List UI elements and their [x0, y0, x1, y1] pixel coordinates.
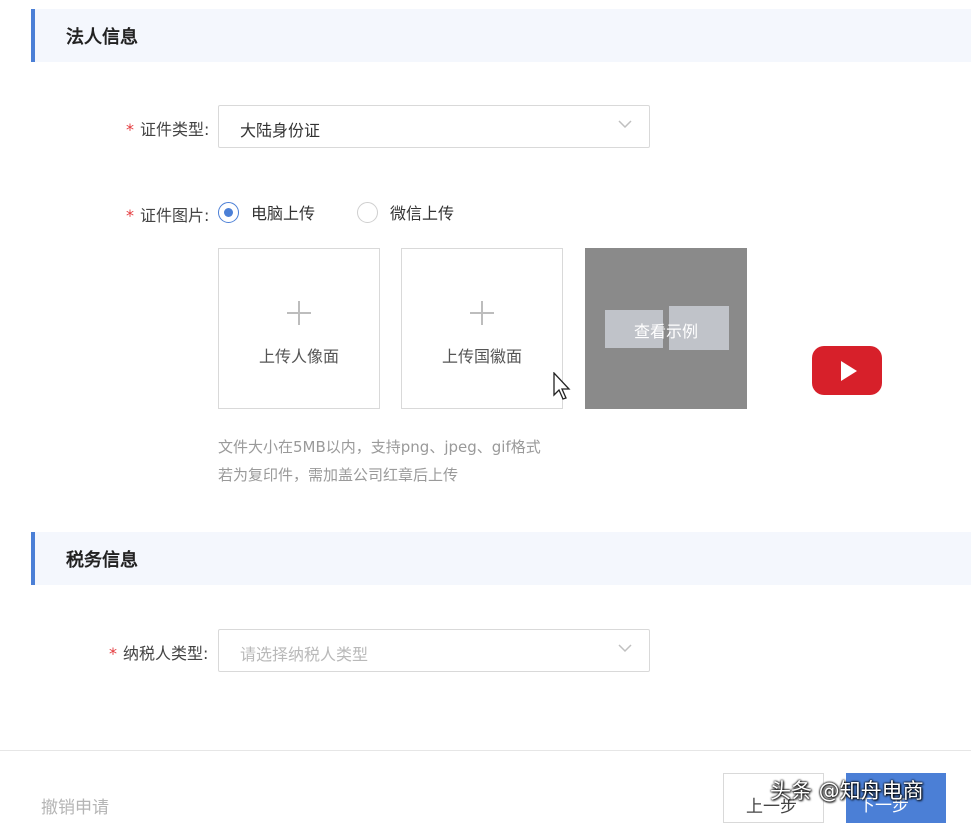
section-title: 法人信息: [66, 27, 138, 48]
section-header-legal-person: 法人信息: [31, 9, 971, 62]
footer-divider: [0, 750, 971, 751]
play-video-button[interactable]: [812, 346, 882, 395]
plus-icon: [470, 301, 494, 325]
required-mark: *: [126, 206, 134, 225]
chevron-down-icon: [618, 120, 632, 129]
watermark: 头条 @知舟电商: [770, 779, 924, 803]
id-images-label: * 证件图片:: [126, 206, 210, 225]
radio-selected-icon[interactable]: [218, 201, 239, 223]
upload-portrait-label: 上传人像面: [258, 347, 339, 366]
taxpayer-type-select[interactable]: 请选择纳税人类型: [218, 629, 650, 672]
upload-hint-copy: 若为复印件，需加盖公司红章后上传: [218, 466, 459, 484]
cancel-application-link[interactable]: 撤销申请: [41, 793, 109, 818]
view-example-button[interactable]: 查看示例: [585, 248, 747, 409]
upload-emblem-side[interactable]: 上传国徽面: [401, 248, 563, 409]
id-type-select[interactable]: 大陆身份证: [218, 105, 650, 148]
radio-wechat-upload-label: 微信上传: [390, 204, 455, 223]
radio-pc-upload-label: 电脑上传: [251, 204, 316, 223]
taxpayer-type-label: * 纳税人类型:: [109, 644, 209, 663]
upload-hint-size: 文件大小在5MB以内，支持png、jpeg、gif格式: [218, 438, 541, 456]
chevron-down-icon: [618, 644, 632, 653]
upload-emblem-label: 上传国徽面: [441, 347, 522, 366]
view-example-label: 查看示例: [633, 322, 698, 341]
id-type-label: * 证件类型:: [126, 120, 210, 139]
radio-unselected-icon[interactable]: [357, 201, 378, 223]
id-type-value: 大陆身份证: [240, 121, 321, 140]
required-mark: *: [109, 644, 117, 663]
mouse-cursor-icon: [553, 372, 571, 400]
section-title: 税务信息: [66, 550, 138, 571]
radio-pc-upload[interactable]: 电脑上传: [218, 201, 315, 223]
upload-portrait-side[interactable]: 上传人像面: [218, 248, 380, 409]
required-mark: *: [126, 120, 134, 139]
section-header-tax: 税务信息: [31, 532, 971, 585]
plus-icon: [287, 301, 311, 325]
play-icon: [841, 361, 857, 381]
radio-wechat-upload[interactable]: 微信上传: [357, 201, 454, 223]
taxpayer-type-placeholder: 请选择纳税人类型: [240, 645, 369, 664]
